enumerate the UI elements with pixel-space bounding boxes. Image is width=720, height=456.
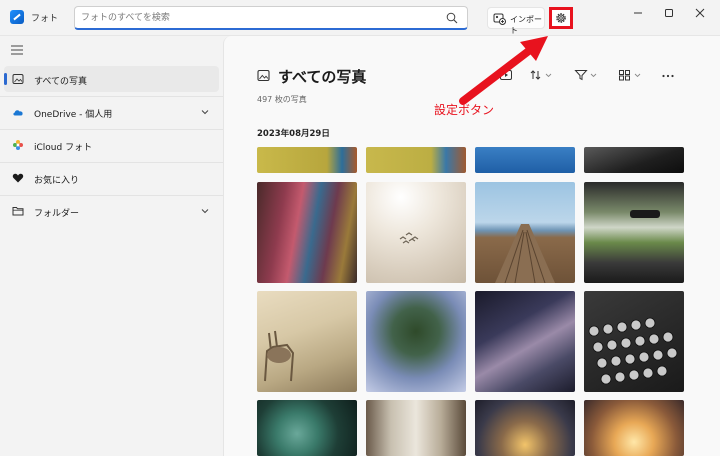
photo-icon — [257, 69, 270, 82]
photo-thumbnail[interactable] — [257, 291, 357, 392]
photo-thumbnail[interactable] — [584, 400, 684, 456]
app-title: フォト — [31, 14, 59, 24]
photos-app-icon — [10, 10, 24, 24]
photo-thumbnail[interactable] — [366, 400, 466, 456]
divider — [0, 129, 223, 130]
sidebar-item-label: iCloud フォト — [34, 143, 93, 153]
sidebar-item-label: すべての写真 — [34, 77, 88, 87]
pier-graphic — [495, 224, 555, 283]
sort-icon[interactable] — [529, 68, 555, 82]
icloud-icon — [13, 140, 23, 150]
photo-count: 497 枚の写真 — [257, 95, 307, 104]
photo-thumbnail[interactable] — [366, 182, 466, 283]
slideshow-icon[interactable] — [499, 68, 513, 82]
photo-thumbnail[interactable] — [257, 400, 357, 456]
photo-thumbnail[interactable] — [475, 291, 575, 392]
search-box[interactable] — [74, 6, 468, 30]
photo-thumbnail[interactable] — [584, 291, 684, 392]
sidebar-item-folders[interactable]: フォルダー — [4, 198, 219, 224]
search-input[interactable] — [81, 11, 441, 25]
heart-icon — [12, 173, 24, 183]
sidebar-item-onedrive[interactable]: OneDrive - 個人用 — [4, 99, 219, 125]
title-bar: フォト インポート — [0, 0, 720, 36]
photo-thumbnail[interactable] — [475, 182, 575, 283]
mirror-graphic — [630, 210, 660, 218]
sidebar-item-favorites[interactable]: お気に入り — [4, 165, 219, 191]
filter-icon[interactable] — [574, 68, 600, 82]
deer-graphic — [264, 330, 295, 382]
folder-icon — [12, 207, 24, 216]
photo-thumbnail[interactable] — [366, 147, 466, 173]
page-title: すべての写真 — [278, 68, 367, 86]
photo-thumbnail[interactable] — [584, 147, 684, 173]
photo-icon — [12, 74, 24, 84]
sidebar-item-icloud[interactable]: iCloud フォト — [4, 132, 219, 158]
minimize-button[interactable] — [626, 6, 650, 20]
date-header: 2023年08月29日 — [257, 129, 330, 139]
chevron-down-icon[interactable] — [201, 207, 209, 215]
hamburger-menu-icon[interactable] — [11, 45, 23, 55]
photo-thumbnail[interactable] — [366, 291, 466, 392]
search-icon[interactable] — [446, 12, 458, 24]
chevron-down-icon[interactable] — [201, 108, 209, 116]
settings-annotation-label: 設定ボタン — [434, 103, 495, 117]
gear-icon — [556, 13, 566, 23]
divider — [0, 96, 223, 97]
settings-button[interactable] — [549, 7, 573, 29]
sidebar-item-label: OneDrive - 個人用 — [34, 110, 113, 120]
photo-thumbnail[interactable] — [257, 147, 357, 173]
sidebar: すべての写真 OneDrive - 個人用 iCloud フォト お気に入り フ… — [0, 36, 223, 456]
photo-thumbnail[interactable] — [475, 147, 575, 173]
view-icon[interactable] — [618, 68, 644, 82]
close-button[interactable] — [688, 6, 712, 20]
import-label: インポート — [510, 15, 542, 35]
cloud-icon — [13, 110, 23, 116]
main-content: すべての写真 497 枚の写真 設定ボタン 2023年08月29日 — [223, 36, 720, 456]
sidebar-item-label: フォルダー — [34, 209, 80, 219]
photo-thumbnail[interactable] — [475, 400, 575, 456]
selection-indicator — [4, 73, 7, 85]
divider — [0, 162, 223, 163]
more-icon[interactable] — [661, 68, 675, 82]
maximize-button[interactable] — [657, 6, 681, 20]
sidebar-item-label: お気に入り — [34, 176, 80, 186]
divider — [0, 195, 223, 196]
import-icon — [493, 13, 506, 25]
typewriter-keys-graphic — [588, 317, 678, 385]
bird-flock-graphic — [399, 232, 419, 244]
photo-thumbnail[interactable] — [257, 182, 357, 283]
sidebar-item-all-photos[interactable]: すべての写真 — [4, 66, 219, 92]
photo-thumbnail[interactable] — [584, 182, 684, 283]
import-button[interactable]: インポート — [487, 7, 545, 35]
